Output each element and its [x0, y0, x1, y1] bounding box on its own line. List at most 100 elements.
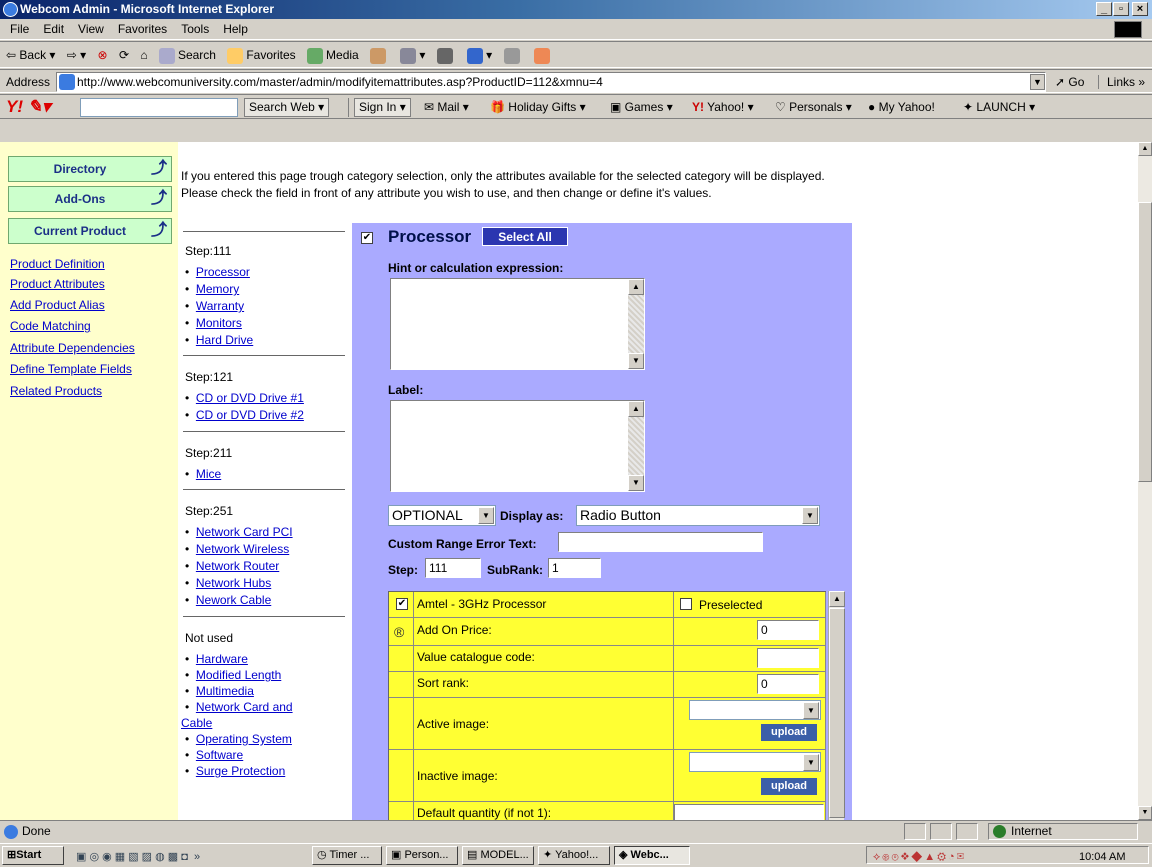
scroll-up-icon[interactable]: ▲	[1138, 142, 1152, 156]
tray-icons[interactable]: ⟡⊛⊚❖◆▲⚙◔✉	[873, 847, 966, 867]
links-button[interactable]: Links »	[1098, 75, 1145, 89]
upload-active-image-button[interactable]: upload	[761, 724, 817, 741]
scrollbar[interactable]: ▲ ▼	[628, 401, 644, 491]
step-item[interactable]: • Mice	[185, 467, 221, 481]
yahoo-logo-icon[interactable]: Y! ✎▾	[6, 97, 51, 117]
window-title-bar[interactable]: Webcom Admin - Microsoft Internet Explor…	[0, 0, 1152, 19]
sign-in-button[interactable]: Sign In ▾	[354, 98, 411, 117]
go-button[interactable]: ➚ Go	[1055, 75, 1084, 89]
taskbar-button-timer[interactable]: ◷ Timer ...	[312, 846, 382, 865]
step-item[interactable]: • Hard Drive	[185, 333, 253, 347]
stop-icon[interactable]: ⊗	[98, 42, 108, 69]
step-item[interactable]: • Multimedia	[185, 684, 254, 698]
print-icon[interactable]	[436, 42, 456, 69]
directory-section-button[interactable]: Directory ⤴	[8, 156, 172, 182]
attribute-dependencies-link[interactable]: Attribute Dependencies	[10, 341, 135, 355]
close-button[interactable]: ×	[1132, 2, 1148, 16]
default-quantity-input[interactable]	[674, 804, 824, 820]
product-attributes-link[interactable]: Product Attributes	[10, 277, 105, 291]
label-textarea[interactable]: ▲ ▼	[390, 400, 645, 492]
restore-button[interactable]: ▫	[1113, 2, 1129, 16]
address-dropdown-icon[interactable]: ▼	[1030, 74, 1045, 90]
step-item[interactable]: • Monitors	[185, 316, 242, 330]
launch-item[interactable]: ✦ LAUNCH ▾	[963, 95, 1035, 120]
step-item[interactable]: • Modified Length	[185, 668, 281, 682]
menu-edit[interactable]: Edit	[43, 22, 64, 36]
step-item[interactable]: • Surge Protection	[185, 764, 285, 778]
hint-textarea[interactable]: ▲ ▼	[390, 278, 645, 370]
favorites-button[interactable]: Favorites	[227, 42, 296, 69]
inactive-image-select[interactable]: ▼	[689, 752, 821, 772]
my-yahoo-item[interactable]: ● My Yahoo!	[868, 95, 935, 120]
step-item[interactable]: • Memory	[185, 282, 239, 296]
forward-button[interactable]: ⇨ ▾	[67, 42, 86, 69]
scroll-down-icon[interactable]: ▼	[1138, 806, 1152, 820]
quick-launch[interactable]: ▣ ◎ ◉ ▦ ▧ ▨ ◍ ▩ ◘ »	[76, 847, 306, 863]
minimize-button[interactable]: _	[1096, 2, 1112, 16]
step-item[interactable]: • Hardware	[185, 652, 248, 666]
add-ons-section-button[interactable]: Add-Ons ⤴	[8, 186, 172, 212]
discuss-icon[interactable]	[503, 42, 523, 69]
display-as-select[interactable]: Radio Button ▼	[576, 505, 820, 526]
attribute-checkbox[interactable]: ✔	[396, 598, 408, 610]
step-item[interactable]: • Network Hubs	[185, 576, 271, 590]
search-button[interactable]: Search	[158, 42, 216, 69]
yahoo-item[interactable]: Y! Yahoo! ▾	[692, 95, 754, 120]
current-product-section-button[interactable]: Current Product ⤴	[8, 218, 172, 244]
personals-item[interactable]: ♡ Personals ▾	[775, 95, 852, 120]
taskbar-button-webcom[interactable]: ◈ Webc...	[614, 846, 690, 865]
step-item[interactable]: • Nework Cable	[185, 593, 271, 607]
related-products-link[interactable]: Related Products	[10, 384, 102, 398]
yahoo-search-input[interactable]	[80, 98, 238, 117]
scrollbar[interactable]: ▲ ▼	[628, 279, 644, 369]
processor-checkbox[interactable]: ✔	[361, 232, 373, 244]
menu-tools[interactable]: Tools	[181, 22, 209, 36]
define-template-fields-link[interactable]: Define Template Fields	[10, 362, 132, 376]
step-item[interactable]: • Processor	[185, 265, 250, 279]
back-button[interactable]: ⇦ Back ▾	[6, 42, 55, 69]
start-button[interactable]: ⊞Start	[2, 846, 64, 865]
subrank-input[interactable]: 1	[548, 558, 601, 578]
step-item[interactable]: Cable	[181, 716, 212, 730]
edit-icon[interactable]: ▾	[467, 42, 492, 69]
step-item[interactable]: • Network Card and	[185, 700, 293, 714]
add-on-price-input[interactable]: 0	[757, 620, 819, 640]
step-item[interactable]: • Software	[185, 748, 243, 762]
code-matching-link[interactable]: Code Matching	[10, 319, 91, 333]
mail-icon[interactable]: ▾	[400, 42, 425, 69]
active-image-select[interactable]: ▼	[689, 700, 821, 720]
step-item[interactable]: • Network Router	[185, 559, 279, 573]
taskbar-button-yahoo[interactable]: ✦ Yahoo!...	[538, 846, 610, 865]
home-icon[interactable]: ⌂	[140, 42, 147, 69]
add-product-alias-link[interactable]: Add Product Alias	[10, 298, 105, 312]
scroll-thumb[interactable]	[1138, 202, 1152, 482]
menu-favorites[interactable]: Favorites	[118, 22, 167, 36]
upload-inactive-image-button[interactable]: upload	[761, 778, 817, 795]
menu-file[interactable]: File	[10, 22, 29, 36]
menu-help[interactable]: Help	[223, 22, 248, 36]
taskbar-button-person[interactable]: ▣ Person...	[386, 846, 458, 865]
catalogue-code-input[interactable]	[757, 648, 819, 668]
step-item[interactable]: • Operating System	[185, 732, 292, 746]
step-item[interactable]: • Warranty	[185, 299, 244, 313]
page-scrollbar[interactable]: ▲ ▼	[1138, 142, 1152, 820]
custom-range-input[interactable]	[558, 532, 763, 552]
messenger-icon[interactable]	[533, 42, 553, 69]
games-item[interactable]: ▣ Games ▾	[610, 95, 673, 120]
attribute-table-scrollbar[interactable]: ▲	[828, 591, 845, 820]
step-input[interactable]: 111	[425, 558, 481, 578]
refresh-icon[interactable]: ⟳	[119, 42, 129, 69]
holiday-gifts-item[interactable]: 🎁 Holiday Gifts ▾	[490, 95, 586, 120]
menu-view[interactable]: View	[78, 22, 104, 36]
address-input[interactable]: http://www.webcomuniversity.com/master/a…	[56, 72, 1046, 92]
requirement-select[interactable]: OPTIONAL ▼	[388, 505, 496, 526]
taskbar-button-model[interactable]: ▤ MODEL...	[462, 846, 534, 865]
step-item[interactable]: • Network Wireless	[185, 542, 289, 556]
preselected-checkbox[interactable]	[680, 598, 692, 610]
scroll-up-icon[interactable]: ▲	[829, 591, 845, 607]
search-web-button[interactable]: Search Web ▾	[244, 98, 330, 117]
history-icon[interactable]	[370, 42, 389, 69]
yahoo-mail-item[interactable]: ✉ Mail ▾	[424, 95, 469, 120]
step-item[interactable]: • Network Card PCI	[185, 525, 293, 539]
step-item[interactable]: • CD or DVD Drive #1	[185, 391, 304, 405]
